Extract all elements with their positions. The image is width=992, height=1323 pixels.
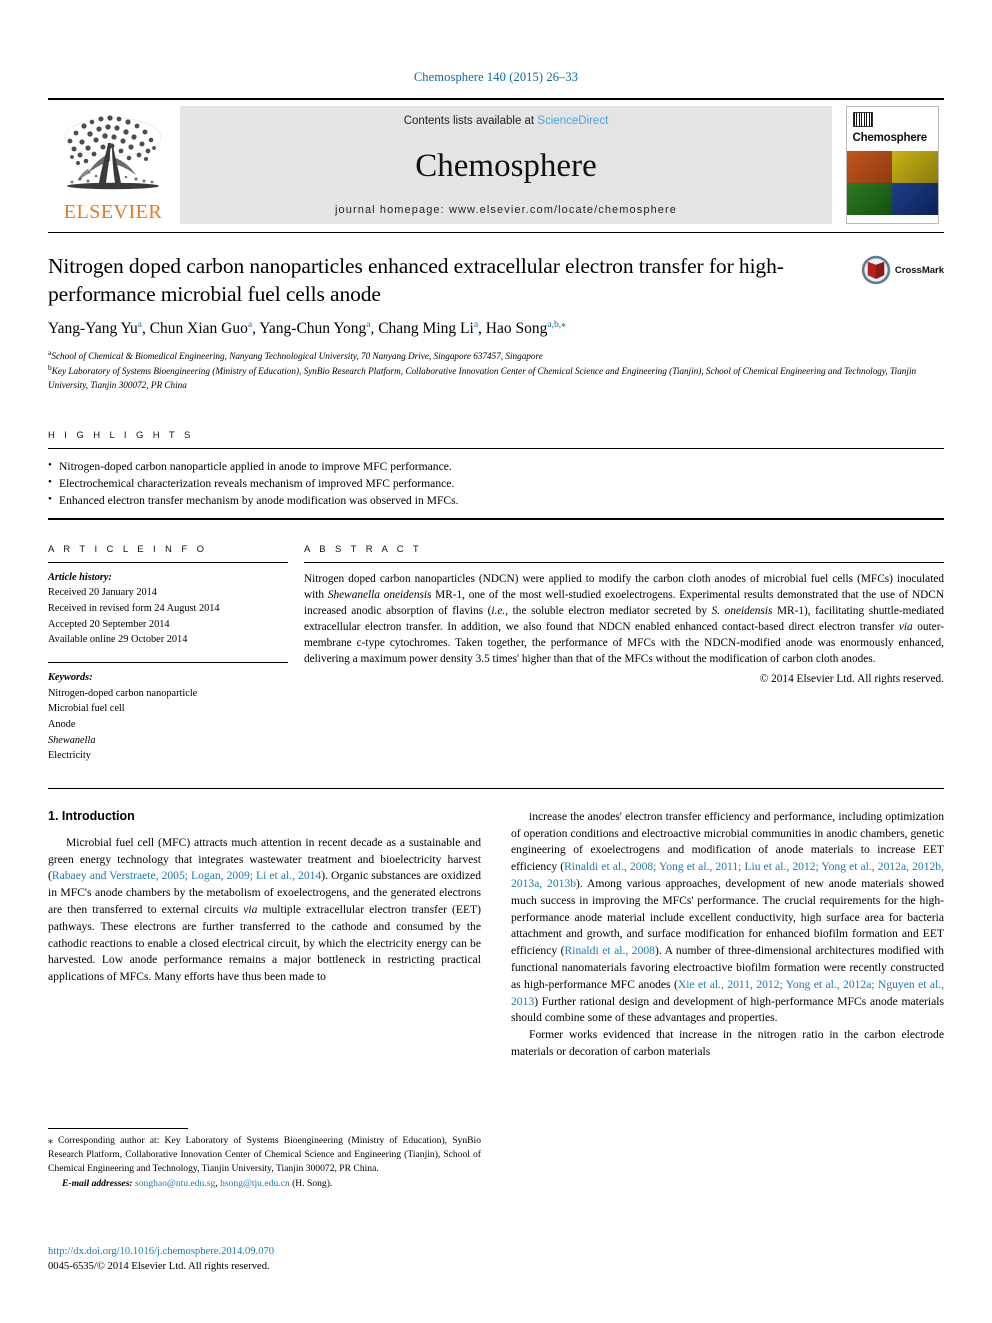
author-name: Yang-Chun Yong	[259, 320, 367, 338]
section-heading-introduction: 1. Introduction	[48, 808, 135, 823]
highlight-item: Electrochemical characterization reveals…	[48, 474, 944, 492]
author-list: Yang-Yang Yua, Chun Xian Guoa, Yang-Chun…	[48, 320, 566, 338]
footnote-block: ⁎ Corresponding author at: Key Laborator…	[48, 1128, 481, 1191]
cover-footer-strip	[846, 215, 938, 223]
intro-paragraph-left: Microbial fuel cell (MFC) attracts much …	[48, 835, 481, 984]
crossmark-badge[interactable]: CrossMark	[861, 253, 944, 285]
highlights-bottom-rule	[48, 517, 944, 520]
contents-line: Contents lists available at ScienceDirec…	[404, 115, 609, 127]
elsevier-tree-icon	[64, 115, 162, 190]
cover-quadrant-green	[846, 183, 892, 215]
abstract-column: A B S T R A C T Nitrogen doped carbon na…	[304, 544, 944, 764]
intro-paragraph-right-1: increase the anodes' electron transfer e…	[511, 809, 944, 1025]
cover-quadrant-yellow	[892, 151, 938, 183]
journal-title: Chemosphere	[415, 148, 597, 184]
contents-prefix: Contents lists available at	[403, 115, 538, 127]
author-name: Hao Song	[485, 320, 548, 338]
citation-link[interactable]: Rabaey and Verstraete, 2005; Logan, 2009…	[52, 869, 321, 882]
running-head: Chemosphere 140 (2015) 26–33	[413, 70, 579, 84]
info-abstract-band: A R T I C L E I N F O Article history: Re…	[48, 544, 944, 764]
keyword-item: Anode	[48, 718, 76, 730]
page-title: Nitrogen doped carbon nanoparticles enha…	[48, 254, 784, 306]
body-column-left: 1. Introduction Microbial fuel cell (MFC…	[48, 809, 481, 1061]
author-affiliation-marker: a	[137, 320, 142, 331]
email-label: E-mail addresses:	[62, 1178, 136, 1190]
author-name: Chang Ming Li	[378, 320, 474, 338]
cover-quadrant-blue	[892, 183, 938, 215]
author-affiliation-marker: a	[473, 320, 479, 331]
elsevier-wordmark: ELSEVIER	[63, 201, 163, 223]
affiliation-item: aSchool of Chemical & Biomedical Enginee…	[48, 348, 543, 362]
keyword-item: Nitrogen-doped carbon nanoparticle	[48, 687, 198, 699]
cover-thumbnail: Chemosphere	[845, 106, 939, 224]
footnote-rule	[48, 1128, 188, 1129]
highlight-item: Nitrogen-doped carbon nanoparticle appli…	[48, 457, 944, 475]
title-band: Nitrogen doped carbon nanoparticles enha…	[48, 232, 944, 392]
intro-paragraph-right-2: Former works evidenced that increase in …	[511, 1028, 944, 1059]
highlights-list: Nitrogen-doped carbon nanoparticle appli…	[48, 449, 944, 518]
barcode-icon	[852, 112, 873, 127]
article-info-column: A R T I C L E I N F O Article history: Re…	[48, 544, 304, 764]
issn-line: 0045-6535/© 2014 Elsevier Ltd. All right…	[48, 1260, 270, 1272]
journal-banner: Contents lists available at ScienceDirec…	[180, 106, 832, 224]
cover-barcode-area	[847, 107, 938, 127]
crossmark-label: CrossMark	[894, 264, 944, 276]
keyword-item: Electricity	[48, 750, 91, 762]
crossmark-icon	[861, 255, 891, 285]
cover-title: Chemosphere	[852, 132, 928, 144]
keywords-label: Keywords:	[48, 672, 93, 684]
doi-link[interactable]: http://dx.doi.org/10.1016/j.chemosphere.…	[48, 1245, 498, 1260]
body-separator-rule	[48, 787, 944, 789]
citation-link[interactable]: Rinaldi et al., 2008	[565, 944, 655, 957]
highlights-label: H I G H L I G H T S	[48, 429, 194, 441]
article-history-item: Available online 29 October 2014	[48, 634, 188, 646]
article-history-item: Received 20 January 2014	[48, 587, 157, 599]
abstract-copyright: © 2014 Elsevier Ltd. All rights reserved…	[759, 673, 944, 685]
elsevier-logo: ELSEVIER	[48, 106, 178, 224]
email-note: E-mail addresses: songhao@ntu.edu.sg, hs…	[62, 1178, 333, 1190]
body-columns: 1. Introduction Microbial fuel cell (MFC…	[48, 809, 944, 1061]
article-info-label: A R T I C L E I N F O	[48, 543, 208, 555]
affiliation-list: aSchool of Chemical & Biomedical Enginee…	[48, 348, 944, 391]
email-link[interactable]: songhao@ntu.edu.sg	[135, 1178, 215, 1189]
article-history-item: Accepted 20 September 2014	[48, 618, 170, 630]
article-page: Chemosphere 140 (2015) 26–33 ELSEVIER Co…	[0, 0, 992, 1323]
keyword-item: Microbial fuel cell	[48, 703, 125, 715]
highlight-item: Enhanced electron transfer mechanism by …	[48, 491, 944, 509]
cover-quadrant-orange	[846, 151, 892, 183]
email-link[interactable]: hsong@tju.edu.cn	[220, 1178, 290, 1189]
journal-cover: Chemosphere	[840, 106, 944, 224]
author-name: Chun Xian Guo	[149, 320, 248, 338]
highlights-section: H I G H L I G H T S Nitrogen-doped carbo…	[48, 430, 944, 520]
abstract-label: A B S T R A C T	[304, 543, 423, 555]
sciencedirect-link[interactable]: ScienceDirect	[537, 115, 608, 127]
author-affiliation-marker: a	[247, 320, 253, 331]
journal-masthead: ELSEVIER Contents lists available at Sci…	[48, 98, 944, 224]
article-history: Article history: Received 20 January 2014…	[48, 563, 288, 648]
author-affiliation-marker: a	[366, 320, 371, 331]
journal-homepage[interactable]: journal homepage: www.elsevier.com/locat…	[335, 204, 677, 216]
article-history-label: Article history:	[48, 571, 112, 583]
body-column-right: increase the anodes' electron transfer e…	[511, 809, 944, 1061]
keyword-item: Shewanella	[48, 734, 96, 746]
affiliation-item: bKey Laboratory of Systems Bioengineerin…	[48, 363, 917, 390]
corresponding-author-note: ⁎ Corresponding author at: Key Laborator…	[48, 1135, 481, 1174]
doi-block: http://dx.doi.org/10.1016/j.chemosphere.…	[48, 1245, 498, 1275]
author-affiliation-marker: a,b,⁎	[547, 320, 566, 331]
author-name: Yang-Yang Yu	[48, 320, 138, 338]
keywords-block: Keywords: Nitrogen-doped carbon nanoparti…	[48, 663, 288, 764]
cover-leaf-image	[846, 151, 938, 215]
abstract-text: Nitrogen doped carbon nanoparticles (NDC…	[304, 572, 944, 665]
article-history-item: Received in revised form 24 August 2014	[48, 603, 220, 615]
